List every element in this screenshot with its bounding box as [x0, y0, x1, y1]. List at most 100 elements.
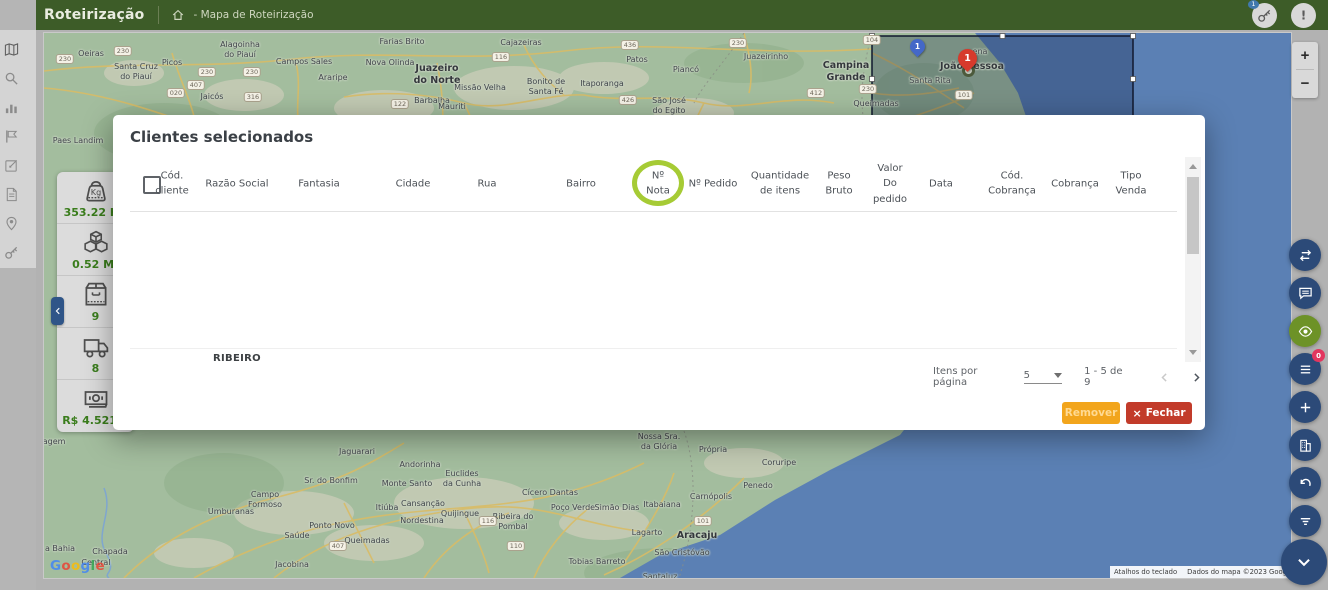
column-header: Tipo Venda: [1115, 168, 1146, 199]
column-header: Valor Do pedido: [873, 160, 907, 207]
chevron-right-icon: [1190, 371, 1203, 384]
column-header: Cód. cliente: [155, 168, 189, 199]
truck-icon: [82, 333, 110, 361]
notification-badge: 1: [1248, 0, 1259, 9]
undo-icon: [1298, 476, 1313, 491]
document-icon: [4, 187, 19, 202]
column-header: Nº Pedido: [689, 176, 738, 192]
stat-value: 0.52 M³: [72, 258, 119, 271]
fab-plus-button[interactable]: [1289, 391, 1321, 423]
topbar-divider: [158, 6, 159, 24]
alerts-button[interactable]: !: [1291, 3, 1316, 28]
clientes-selecionados-modal: Clientes selecionados Cód. clienteRazão …: [113, 115, 1205, 430]
zoom-in-button[interactable]: +: [1292, 42, 1318, 69]
fab-chat-button[interactable]: [1289, 277, 1321, 309]
column-header: Cód. Cobrança: [988, 168, 1036, 199]
chevron-down-icon: [1054, 373, 1062, 378]
partial-table-row: RIBEIRO: [213, 353, 261, 362]
attribution-link[interactable]: Atalhos do teclado: [1114, 568, 1177, 576]
weight-icon: Kg: [82, 177, 110, 205]
fab-expand-button[interactable]: [1281, 539, 1327, 585]
fab-eye-button[interactable]: [1289, 315, 1321, 347]
sidebar-item-flag[interactable]: [0, 122, 36, 151]
table-header-row: Cód. clienteRazão SocialFantasiaCidadeRu…: [113, 155, 1205, 212]
table-scrollbar[interactable]: [1185, 157, 1201, 362]
chart-icon: [4, 100, 19, 115]
column-header: Bairro: [566, 176, 596, 192]
eye-icon: [1298, 324, 1313, 339]
sidebar-item-edit[interactable]: [0, 151, 36, 180]
chat-icon: [1298, 286, 1313, 301]
flag-icon: [4, 129, 19, 144]
building-icon: [1298, 438, 1313, 453]
box-icon: [82, 281, 110, 309]
zoom-out-button[interactable]: −: [1292, 70, 1318, 97]
fab-badge: 0: [1312, 349, 1325, 362]
stat-value: 9: [92, 310, 100, 323]
sidebar-item-search[interactable]: [0, 64, 36, 93]
map-attribution: Atalhos do teclado Dados do mapa ©2023 Go…: [1110, 566, 1291, 578]
app-window: Roteirização - Mapa de Roteirização 1!: [0, 0, 1328, 590]
svg-text:!: !: [1301, 8, 1307, 22]
fab-building-button[interactable]: [1289, 429, 1321, 461]
scroll-down-icon[interactable]: [1189, 350, 1197, 355]
scrollbar-thumb[interactable]: [1187, 177, 1199, 254]
map-icon: [4, 42, 19, 57]
items-per-page-label: Itens por página: [933, 366, 1012, 388]
breadcrumb: - Mapa de Roteirização: [193, 9, 313, 21]
fab-filter-button[interactable]: [1289, 505, 1321, 537]
row-divider: [130, 348, 1177, 349]
table-body: RIBEIRO: [113, 212, 1177, 362]
map-marker-pin[interactable]: 1: [954, 45, 981, 72]
column-header: Data: [929, 176, 953, 192]
fab-list-button[interactable]: 0: [1289, 353, 1321, 385]
logo-letter: e: [95, 558, 104, 574]
tools-button[interactable]: 1: [1252, 3, 1277, 28]
marker-count: 1: [910, 39, 925, 54]
key-icon: [1257, 8, 1272, 23]
page-size-value: 5: [1024, 370, 1030, 381]
scroll-up-icon[interactable]: [1189, 164, 1197, 169]
app-title: Roteirização: [36, 7, 144, 23]
fab-swap-button[interactable]: [1289, 239, 1321, 271]
close-button-label: Fechar: [1146, 407, 1186, 419]
topbar-actions: 1!: [1252, 3, 1328, 28]
sidebar-item-pin[interactable]: [0, 209, 36, 238]
close-icon: ×: [1132, 407, 1141, 420]
page-range: 1 - 5 de 9: [1084, 366, 1130, 388]
logo-letter: o: [61, 558, 71, 574]
google-logo: Google: [50, 558, 105, 574]
svg-text:Kg: Kg: [90, 187, 100, 196]
edit-icon: [4, 158, 19, 173]
home-icon[interactable]: [171, 8, 185, 22]
sidebar-item-document[interactable]: [0, 180, 36, 209]
map-marker-pin[interactable]: 1: [906, 36, 927, 57]
column-header: Rua: [478, 176, 497, 192]
sidebar-item-map[interactable]: [0, 35, 36, 64]
chevron-down-icon: [1295, 553, 1313, 571]
sidebar-item-key[interactable]: [0, 238, 36, 267]
alert-icon: !: [1296, 8, 1311, 23]
modal-title: Clientes selecionados: [130, 128, 313, 146]
money-icon: [82, 385, 110, 413]
collapse-panel-button[interactable]: [51, 297, 64, 325]
attribution-link[interactable]: Dados do mapa ©2023 Google: [1187, 568, 1291, 576]
column-header: Cidade: [396, 176, 431, 192]
logo-letter: o: [71, 558, 81, 574]
marker-count: 1: [958, 49, 977, 68]
left-sidebar: [0, 0, 36, 590]
chevron-left-icon: [1158, 371, 1171, 384]
swap-icon: [1298, 248, 1313, 263]
logo-letter: g: [81, 558, 91, 574]
page-size-select[interactable]: 5: [1024, 370, 1063, 384]
remove-button[interactable]: Remover: [1062, 402, 1120, 424]
column-header: Cobrança: [1051, 176, 1099, 192]
previous-page-button[interactable]: [1156, 368, 1173, 386]
close-button[interactable]: × Fechar: [1126, 402, 1192, 424]
fab-undo-button[interactable]: [1289, 467, 1321, 499]
pagination: Itens por página 5 1 - 5 de 9: [933, 367, 1205, 387]
next-page-button[interactable]: [1188, 368, 1205, 386]
plus-icon: [1298, 400, 1313, 415]
logo-letter: G: [50, 558, 61, 574]
sidebar-item-chart[interactable]: [0, 93, 36, 122]
